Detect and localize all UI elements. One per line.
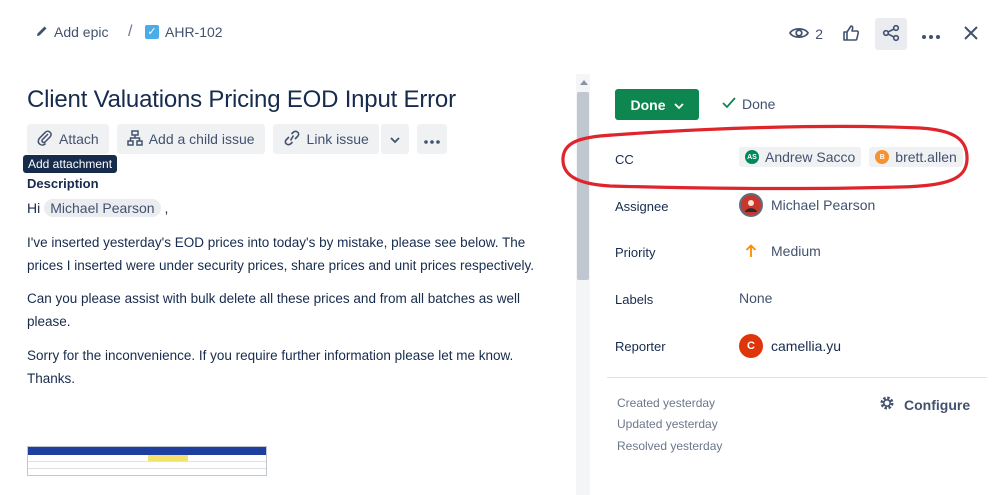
close-icon xyxy=(963,25,979,44)
user-mention[interactable]: Michael Pearson xyxy=(44,199,161,217)
reporter-value[interactable]: C camellia.yu xyxy=(739,334,841,358)
greeting-text: Hi xyxy=(27,200,41,216)
updated-date: Updated yesterday xyxy=(617,417,718,431)
cc-value: AS Andrew Sacco B brett.allen xyxy=(739,147,963,167)
labels-label: Labels xyxy=(615,292,654,307)
cc-user-name: brett.allen xyxy=(895,149,957,165)
description-paragraph-1: I've inserted yesterday's EOD prices int… xyxy=(27,235,534,273)
more-icon xyxy=(922,26,940,42)
status-label: Done xyxy=(630,96,666,113)
assignee-value[interactable]: Michael Pearson xyxy=(739,193,875,217)
labels-none: None xyxy=(739,290,773,306)
priority-value[interactable]: Medium xyxy=(739,243,821,259)
toolbar-more-button[interactable] xyxy=(416,124,447,154)
link-issue-button[interactable]: Link issue xyxy=(272,124,379,154)
paperclip-icon xyxy=(37,129,53,149)
reporter-label: Reporter xyxy=(615,339,666,354)
eye-icon xyxy=(789,26,810,43)
breadcrumb-separator: / xyxy=(128,23,133,40)
description-paragraph-2: Can you please assist with bulk delete a… xyxy=(27,291,521,329)
watch-button[interactable]: 2 xyxy=(785,18,827,50)
top-bar: Add epic / ✓ AHR-102 2 xyxy=(0,0,999,70)
share-icon xyxy=(882,24,900,45)
labels-value[interactable]: None xyxy=(739,290,772,306)
close-button[interactable] xyxy=(955,18,987,50)
avatar xyxy=(739,193,763,217)
add-epic-label: Add epic xyxy=(54,24,109,40)
issue-toolbar: Attach Add a child issue Link issue xyxy=(27,124,447,154)
configure-button[interactable]: Configure xyxy=(878,394,970,415)
hierarchy-icon xyxy=(126,129,143,149)
cc-user-chip[interactable]: B brett.allen xyxy=(869,147,963,167)
vote-button[interactable] xyxy=(835,18,867,50)
assignee-name: Michael Pearson xyxy=(771,197,876,213)
embedded-table-image[interactable] xyxy=(27,446,267,476)
chevron-down-icon xyxy=(673,97,684,113)
configure-label: Configure xyxy=(904,396,971,413)
greeting-suffix: , xyxy=(164,200,169,216)
cc-user-chip[interactable]: AS Andrew Sacco xyxy=(739,147,862,167)
chevron-down-icon xyxy=(390,131,400,147)
arrow-up-icon xyxy=(739,244,763,258)
priority-label: Priority xyxy=(615,245,656,260)
resolution: Done xyxy=(722,96,775,112)
add-epic-link[interactable]: Add epic xyxy=(36,24,108,40)
gear-icon xyxy=(878,394,896,415)
add-child-issue-button[interactable]: Add a child issue xyxy=(116,124,265,154)
issue-key-link[interactable]: ✓ AHR-102 xyxy=(145,24,223,40)
thumbs-up-icon xyxy=(842,24,860,45)
watch-count: 2 xyxy=(815,26,823,42)
share-button[interactable] xyxy=(875,18,907,50)
scrollbar-thumb[interactable] xyxy=(577,92,589,280)
issue-actions: 2 xyxy=(777,18,987,50)
link-issue-dropdown[interactable] xyxy=(380,124,409,154)
priority-name: Medium xyxy=(771,243,821,259)
description-paragraph-3: Sorry for the inconvenience. If you requ… xyxy=(27,348,514,386)
issue-title[interactable]: Client Valuations Pricing EOD Input Erro… xyxy=(27,86,456,114)
created-date: Created yesterday xyxy=(617,396,716,410)
check-icon xyxy=(722,96,736,112)
link-issue-label: Link issue xyxy=(306,131,369,147)
more-icon xyxy=(424,131,440,147)
resolution-label: Done xyxy=(742,96,776,112)
issue-key-label: AHR-102 xyxy=(165,24,223,40)
avatar: C xyxy=(739,334,763,358)
add-child-issue-label: Add a child issue xyxy=(148,131,255,147)
scroll-up-arrow-icon[interactable] xyxy=(580,80,588,85)
status-button[interactable]: Done xyxy=(615,89,699,120)
task-checkbox-icon: ✓ xyxy=(145,25,159,39)
attach-button[interactable]: Attach xyxy=(27,124,109,154)
pencil-icon xyxy=(36,24,48,40)
description-heading: Description xyxy=(27,176,99,191)
attach-tooltip: Add attachment xyxy=(23,155,118,173)
cc-user-name: Andrew Sacco xyxy=(765,149,856,165)
reporter-name: camellia.yu xyxy=(771,338,842,354)
divider xyxy=(607,377,987,378)
avatar: B xyxy=(875,150,890,164)
link-icon xyxy=(283,130,301,149)
avatar: AS xyxy=(745,150,759,164)
description-greeting: Hi Michael Pearson , xyxy=(27,199,168,217)
cc-label: CC xyxy=(615,152,634,167)
resolved-date: Resolved yesterday xyxy=(617,439,723,453)
more-actions-button[interactable] xyxy=(915,18,947,50)
attach-label: Attach xyxy=(59,131,99,147)
assignee-label: Assignee xyxy=(615,199,669,214)
